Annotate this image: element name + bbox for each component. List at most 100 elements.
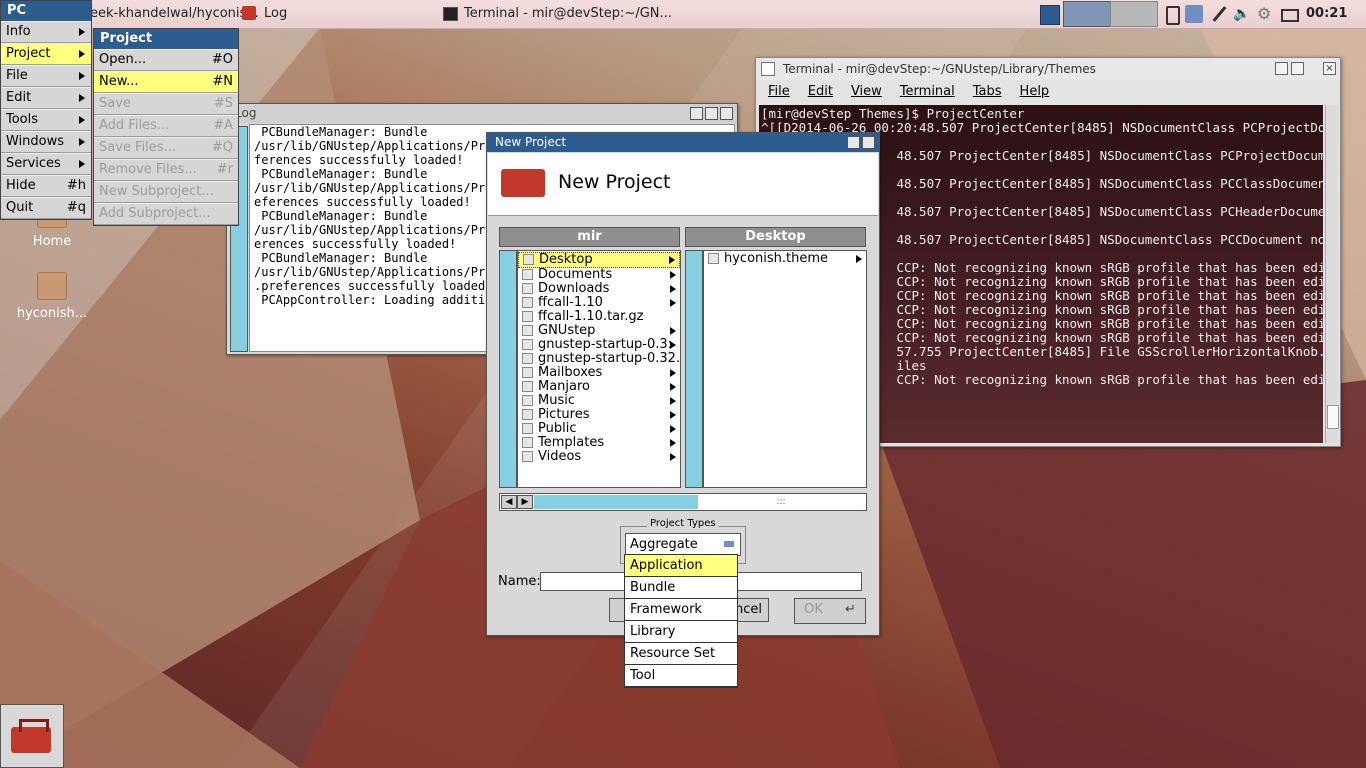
miniaturize-button[interactable] xyxy=(847,136,860,149)
workspace-1[interactable] xyxy=(1063,1,1111,27)
scroller-track[interactable] xyxy=(534,495,698,509)
project-type-option[interactable]: Application xyxy=(625,555,737,577)
browser-item[interactable]: Templates xyxy=(518,436,680,450)
menu-item-windows[interactable]: Windows xyxy=(1,131,91,153)
menu-item-file[interactable]: File xyxy=(1,65,91,87)
app-menu-icon[interactable] xyxy=(1040,5,1060,25)
volume-icon[interactable]: 🔈 xyxy=(1233,5,1251,23)
menu-item-label: Project xyxy=(6,46,51,61)
browser-scrollbar-2[interactable] xyxy=(685,250,703,488)
browser-scrollbar-1[interactable] xyxy=(499,250,517,488)
task-button-github[interactable]: eek-khandelwal/hyconis... xyxy=(90,3,259,25)
browser-item-label: Pictures xyxy=(538,408,590,422)
scrollbar-thumb[interactable] xyxy=(1327,405,1339,429)
new-project-title-bar[interactable]: New Project xyxy=(487,133,879,152)
browser-item[interactable]: ffcall-1.10 xyxy=(518,296,680,310)
terminal-menu-terminal[interactable]: Terminal xyxy=(900,84,955,99)
project-type-option[interactable]: Library xyxy=(625,621,737,643)
project-menu-item: Save Files... #Q xyxy=(94,137,238,159)
browser-item-label: gnustep-startup-0.3: xyxy=(538,338,673,352)
window-title: New Project xyxy=(495,135,567,149)
project-type-option[interactable]: Bundle xyxy=(625,577,737,599)
project-menu: Project Open... #O New... #N Save #S Add Files… xyxy=(93,28,239,226)
expand-arrow-icon xyxy=(670,439,676,447)
col2-list: hyconish.theme xyxy=(704,251,866,266)
browser-item[interactable]: GNUstep xyxy=(518,324,680,338)
browser-item[interactable]: Videos xyxy=(518,450,680,464)
submenu-arrow-icon xyxy=(79,72,85,80)
expand-arrow-icon xyxy=(670,341,676,349)
menu-item-label: Edit xyxy=(6,90,32,105)
terminal-menu-edit[interactable]: Edit xyxy=(808,84,833,99)
browser-item[interactable]: Downloads xyxy=(518,282,680,296)
menu-item-quit[interactable]: Quit #q xyxy=(1,197,91,219)
terminal-title-bar[interactable]: Terminal - mir@devStep:~/GNUstep/Library… xyxy=(756,58,1340,80)
browser-item[interactable]: Music xyxy=(518,394,680,408)
browser-item[interactable]: Mailboxes xyxy=(518,366,680,380)
scroller-knob[interactable]: ::: xyxy=(700,495,862,509)
project-menu-item[interactable]: New... #N xyxy=(94,71,238,93)
expand-arrow-icon xyxy=(670,397,676,405)
project-type-option[interactable]: Framework xyxy=(625,599,737,621)
minimize-button[interactable] xyxy=(1275,62,1288,75)
menu-item-hide[interactable]: Hide #h xyxy=(1,175,91,197)
browser-column-header-desktop: Desktop xyxy=(685,227,866,247)
browser-item[interactable]: ffcall-1.10.tar.gz xyxy=(518,310,680,324)
pen-icon[interactable] xyxy=(1210,5,1228,23)
menu-item-project[interactable]: Project xyxy=(1,43,91,65)
terminal-scrollbar[interactable] xyxy=(1325,105,1339,443)
menu-item-services[interactable]: Services xyxy=(1,153,91,175)
browser-item[interactable]: Pictures xyxy=(518,408,680,422)
folder-icon xyxy=(522,353,533,364)
expand-arrow-icon xyxy=(670,425,676,433)
project-menu-item[interactable]: Open... #O xyxy=(94,49,238,71)
browser-item-label: Public xyxy=(538,422,577,436)
project-type-option[interactable]: Tool xyxy=(625,665,737,687)
terminal-window-icon[interactable] xyxy=(761,62,775,76)
menu-item-label: Open... xyxy=(99,52,147,67)
close-button[interactable] xyxy=(862,136,875,149)
terminal-menu-tabs[interactable]: Tabs xyxy=(973,84,1002,99)
horizontal-scroller[interactable]: ◀ ▶ ::: xyxy=(499,493,867,511)
project-type-option[interactable]: Resource Set xyxy=(625,643,737,665)
browser-item[interactable]: gnustep-startup-0.3: xyxy=(518,338,680,352)
menu-item-edit[interactable]: Edit xyxy=(1,87,91,109)
browser-item[interactable]: Public xyxy=(518,422,680,436)
ok-button[interactable]: OK ↵ xyxy=(794,598,866,624)
browser-item-label: GNUstep xyxy=(538,324,596,338)
terminal-menu-view[interactable]: View xyxy=(851,84,882,99)
browser-item-label: ffcall-1.10 xyxy=(538,296,603,310)
battery-icon[interactable] xyxy=(1281,5,1299,23)
menu-item-label: Info xyxy=(6,24,31,39)
terminal-menu-file[interactable]: File xyxy=(768,84,790,99)
task-button-terminal[interactable]: Terminal - mir@devStep:~/GN... xyxy=(464,3,672,25)
terminal-menu-help[interactable]: Help xyxy=(1020,84,1050,99)
scroll-left-icon[interactable]: ◀ xyxy=(501,495,517,509)
zoom-button[interactable] xyxy=(705,107,718,120)
browser-item[interactable]: gnustep-startup-0.32.0 xyxy=(518,352,680,366)
close-button[interactable] xyxy=(720,107,733,120)
scroll-right-icon[interactable]: ▶ xyxy=(517,495,533,509)
miniaturize-button[interactable] xyxy=(690,107,703,120)
heading: New Project xyxy=(558,171,671,193)
clipboard-icon[interactable] xyxy=(1162,5,1180,25)
browser-item[interactable]: Desktop xyxy=(518,252,680,268)
maximize-button[interactable] xyxy=(1291,62,1304,75)
browser-item[interactable]: hyconish.theme xyxy=(704,252,866,266)
folder-icon xyxy=(522,409,533,420)
browser-item-label: Documents xyxy=(538,268,613,282)
menu-item-info[interactable]: Info xyxy=(1,21,91,43)
log-title-bar[interactable]: Log xyxy=(227,104,737,123)
close-icon[interactable]: × xyxy=(1323,62,1336,75)
browser-item[interactable]: Documents xyxy=(518,268,680,282)
menu-item-shortcut: #N xyxy=(212,74,233,89)
task-button-log[interactable]: Log xyxy=(264,3,287,25)
settings-icon[interactable]: ⚙ xyxy=(1257,5,1275,23)
workspace-2[interactable] xyxy=(1110,1,1158,27)
appicon-projectcenter[interactable] xyxy=(0,704,64,768)
browser-item[interactable]: Manjaro xyxy=(518,380,680,394)
network-icon[interactable] xyxy=(1185,5,1203,23)
desktop-icon-hyconish[interactable]: hyconish... xyxy=(12,272,92,321)
project-type-popup[interactable]: Aggregate xyxy=(625,533,741,556)
menu-item-tools[interactable]: Tools xyxy=(1,109,91,131)
